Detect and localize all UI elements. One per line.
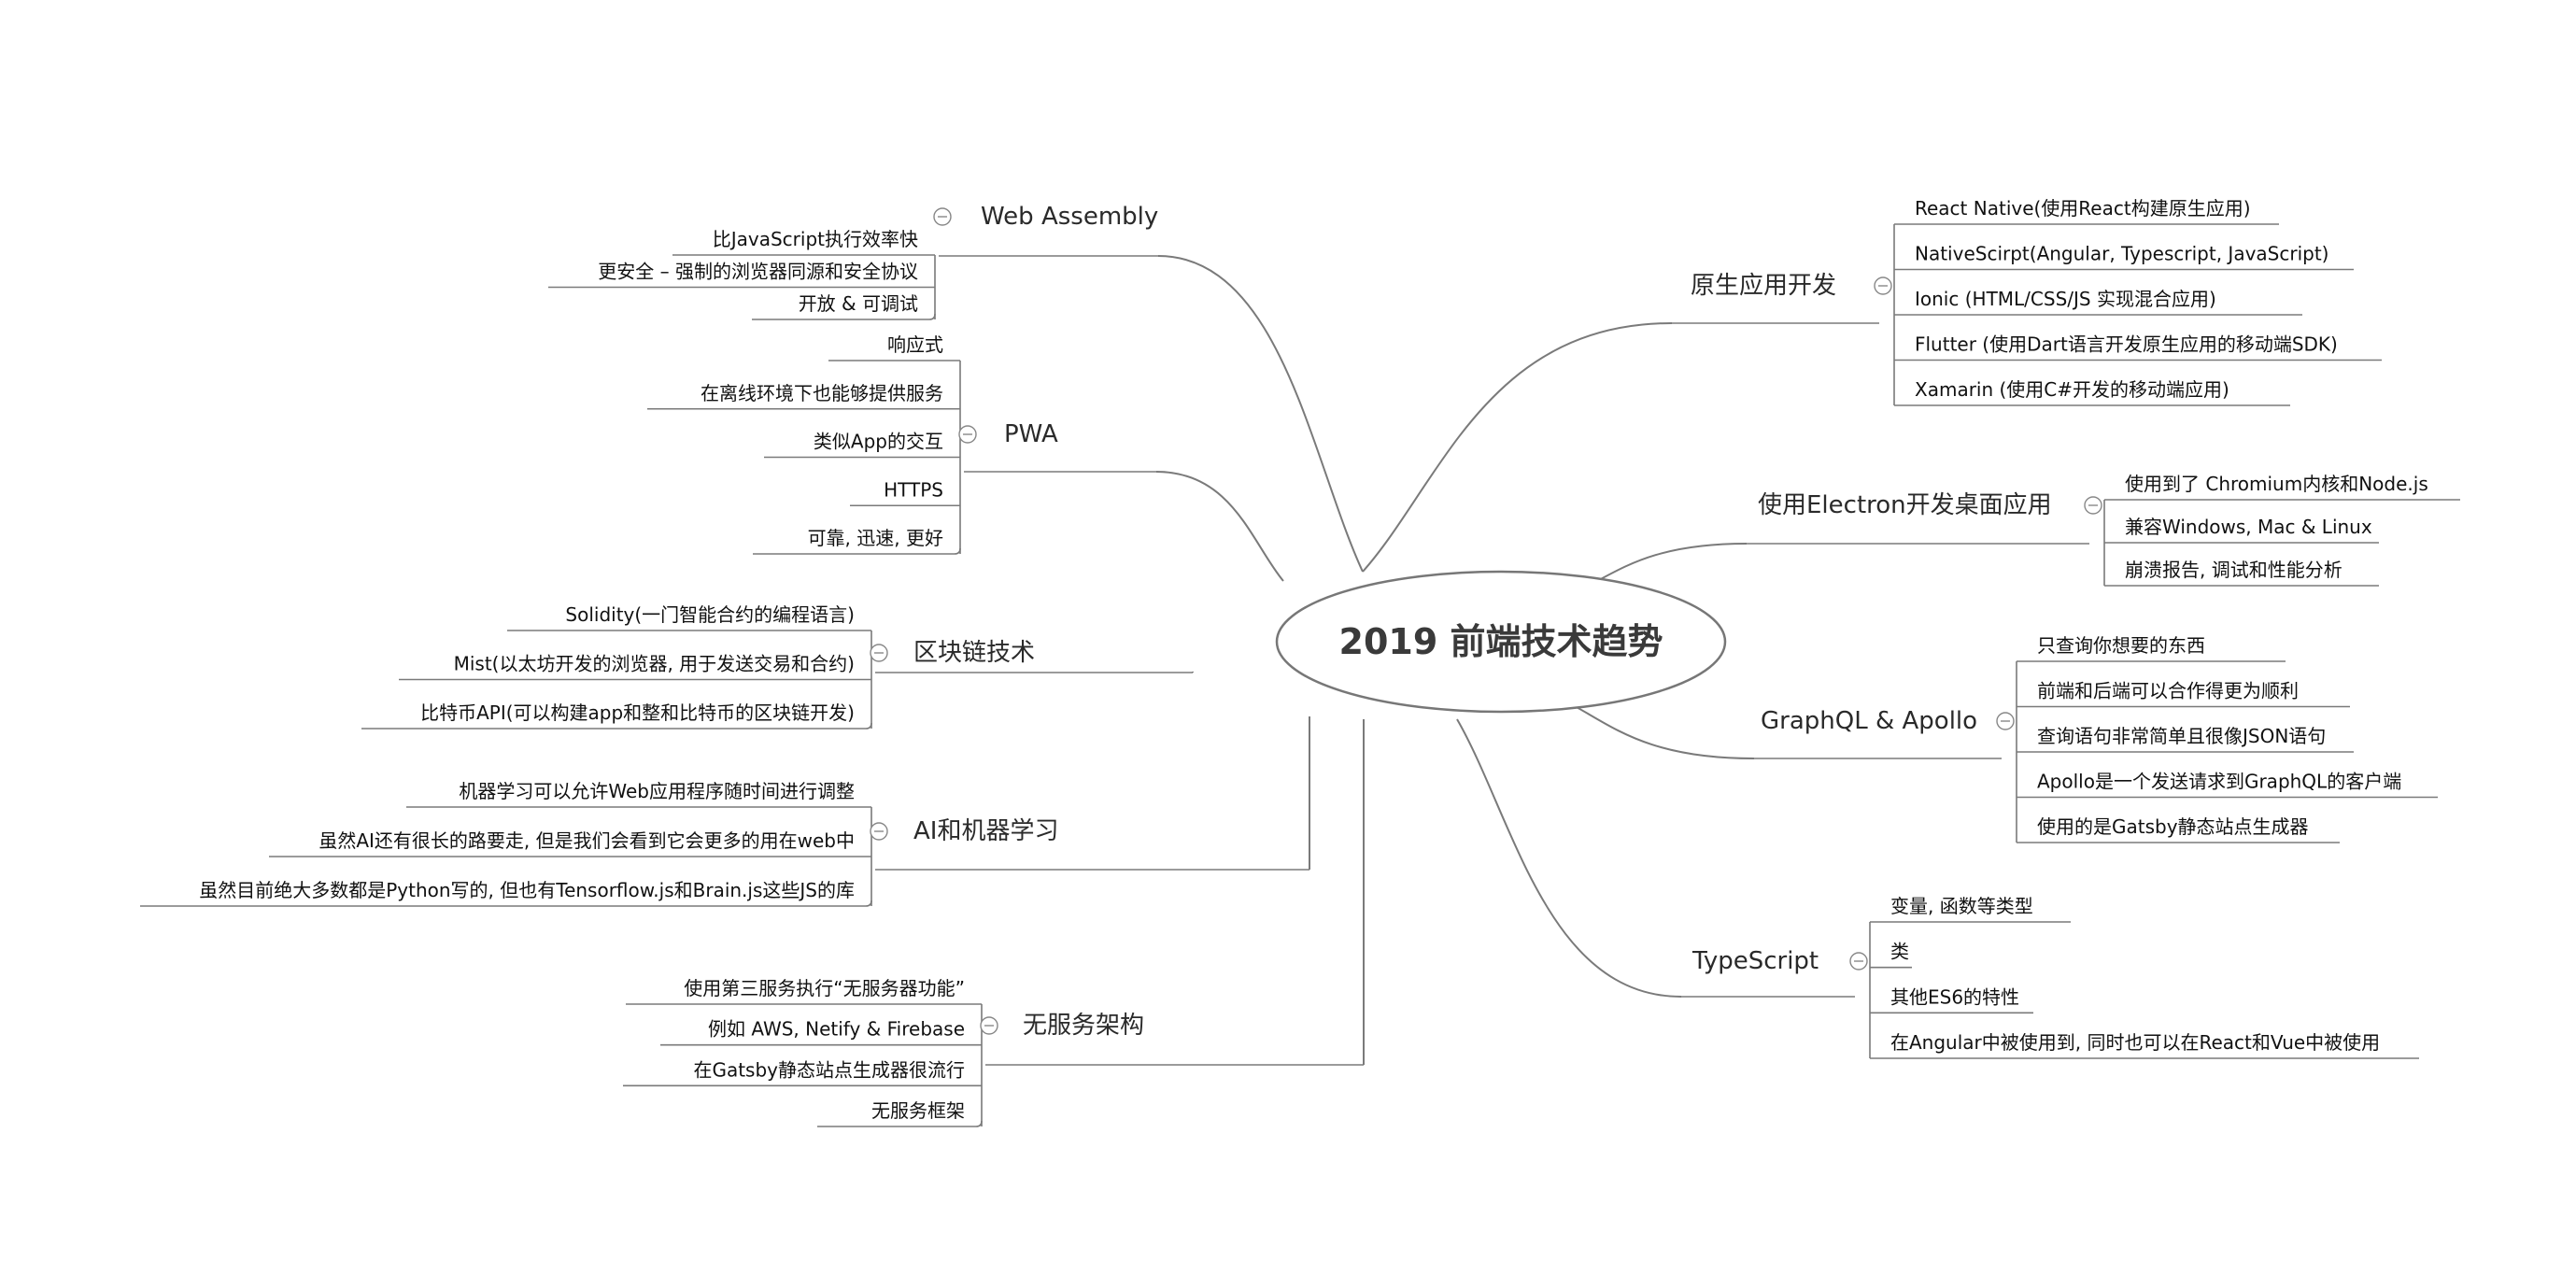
branch-5[interactable]: 无服务架构 <box>980 719 1366 1126</box>
leaf-label[interactable]: 例如 AWS, Netify & Firebase <box>708 1018 965 1041</box>
leaf-label[interactable]: 在离线环境下也能够提供服务 <box>701 382 943 404</box>
topic-label[interactable]: 使用Electron开发桌面应用 <box>1758 491 2052 519</box>
topic-label[interactable]: GraphQL & Apollo <box>1761 707 1977 735</box>
leaf-label[interactable]: 只查询你想要的东西 <box>2037 634 2205 657</box>
collapse-toggle[interactable] <box>958 425 977 444</box>
collapse-toggle[interactable] <box>933 207 952 226</box>
leaf-label[interactable]: NativeScirpt(Angular, Typescript, JavaSc… <box>1915 243 2329 265</box>
branch-curve <box>1155 471 1284 582</box>
collapse-toggle[interactable] <box>980 1016 998 1035</box>
topic-label[interactable]: TypeScript <box>1691 947 1819 975</box>
leaf-label[interactable]: 虽然AI还有很长的路要走, 但是我们会看到它会更多的用在web中 <box>318 829 855 852</box>
leaf-label[interactable]: Flutter (使用Dart语言开发原生应用的移动端SDK) <box>1915 333 2338 356</box>
branch-3[interactable]: 区块链技术 <box>870 630 1194 729</box>
leaf-label[interactable]: Solidity(一门智能合约的编程语言) <box>565 603 855 626</box>
leaf-label[interactable]: React Native(使用React构建原生应用) <box>1915 197 2251 220</box>
collapse-toggle[interactable] <box>1996 712 2015 730</box>
leaf-label[interactable]: 响应式 <box>887 333 943 356</box>
topic-label[interactable]: 无服务架构 <box>1023 1012 1144 1040</box>
leaf-label[interactable]: 兼容Windows, Mac & Linux <box>2125 516 2372 538</box>
leaf-label[interactable]: 前端和后端可以合作得更为顺利 <box>2037 680 2299 702</box>
collapse-toggle[interactable] <box>1874 276 1892 295</box>
leaf-label[interactable]: Apollo是一个发送请求到GraphQL的客户端 <box>2037 771 2401 793</box>
leaf-label[interactable]: 类似App的交互 <box>814 431 943 453</box>
root-title: 2019 前端技术趋势 <box>1339 621 1663 662</box>
branch-1[interactable]: Web Assembly <box>933 203 1364 573</box>
leaf-label[interactable]: 其他ES6的特性 <box>1890 985 2019 1008</box>
topic-label[interactable]: Web Assembly <box>981 203 1158 231</box>
collapse-toggle[interactable] <box>2084 496 2102 515</box>
leaf-label[interactable]: 在Gatsby静态站点生成器很流行 <box>693 1058 965 1081</box>
branch-curve <box>1456 718 1682 998</box>
leaf-label[interactable]: 类 <box>1890 941 1909 963</box>
leaf-label[interactable]: 在Angular中被使用到, 同时也可以在React和Vue中被使用 <box>1890 1031 2380 1054</box>
leaf-label[interactable]: 可靠, 迅速, 更好 <box>808 527 943 549</box>
collapse-toggle[interactable] <box>1849 952 1868 971</box>
leaf-label[interactable]: 崩溃报告, 调试和性能分析 <box>2125 559 2342 581</box>
leaf-label[interactable]: 比特币API(可以构建app和整和比特币的区块链开发) <box>420 701 855 724</box>
mind-map: Web Assembly PWA 区块链技术 AI和机器学习无服务架构 原生应用开发使用… <box>140 197 2460 1127</box>
leaf-label[interactable]: 使用的是Gatsby静态站点生成器 <box>2037 815 2309 838</box>
leaf-label[interactable]: HTTPS <box>884 478 943 501</box>
leaf-label[interactable]: Mist(以太坊开发的浏览器, 用于发送交易和合约) <box>454 653 855 675</box>
leaf-label[interactable]: 开放 & 可调试 <box>799 292 918 315</box>
leaf-label[interactable]: Xamarin (使用C#开发的移动端应用) <box>1915 378 2229 401</box>
branch-9[interactable]: TypeScript <box>1456 718 1871 1058</box>
leaf-label[interactable]: Ionic (HTML/CSS/JS 实现混合应用) <box>1915 288 2216 310</box>
leaf-label[interactable]: 查询语句非常简单且很像JSON语句 <box>2037 725 2326 747</box>
leaf-label[interactable]: 使用第三服务执行“无服务器功能” <box>684 977 965 999</box>
topic-label[interactable]: 原生应用开发 <box>1691 272 1836 300</box>
leaf-label[interactable]: 更安全 – 强制的浏览器同源和安全协议 <box>598 261 918 283</box>
branch-6[interactable]: 原生应用开发 <box>1362 224 1895 573</box>
branch-2[interactable]: PWA <box>958 361 1284 582</box>
branch-curve <box>1362 322 1673 573</box>
leaf-label[interactable]: 虽然目前绝大多数都是Python写的, 但也有Tensorflow.js和Bra… <box>199 879 855 901</box>
collapse-toggle[interactable] <box>870 644 888 662</box>
leaf-label[interactable]: 比JavaScript执行效率快 <box>713 228 918 250</box>
leaf-label[interactable]: 机器学习可以允许Web应用程序随时间进行调整 <box>459 780 855 802</box>
topic-label[interactable]: AI和机器学习 <box>913 817 1058 845</box>
topic-label[interactable]: PWA <box>1004 420 1058 448</box>
collapse-toggle[interactable] <box>870 822 888 841</box>
branch-curve <box>1157 255 1364 573</box>
branch-4[interactable]: AI和机器学习 <box>870 716 1311 906</box>
branch-7[interactable]: 使用Electron开发桌面应用 <box>1569 491 2105 595</box>
leaf-label[interactable]: 使用到了 Chromium内核和Node.js <box>2125 473 2428 495</box>
leaf-label[interactable]: 变量, 函数等类型 <box>1890 895 2033 917</box>
root-node[interactable]: 2019 前端技术趋势 <box>1275 570 1727 714</box>
leaf-label[interactable]: 无服务框架 <box>871 1099 965 1122</box>
topic-label[interactable]: 区块链技术 <box>913 639 1035 667</box>
